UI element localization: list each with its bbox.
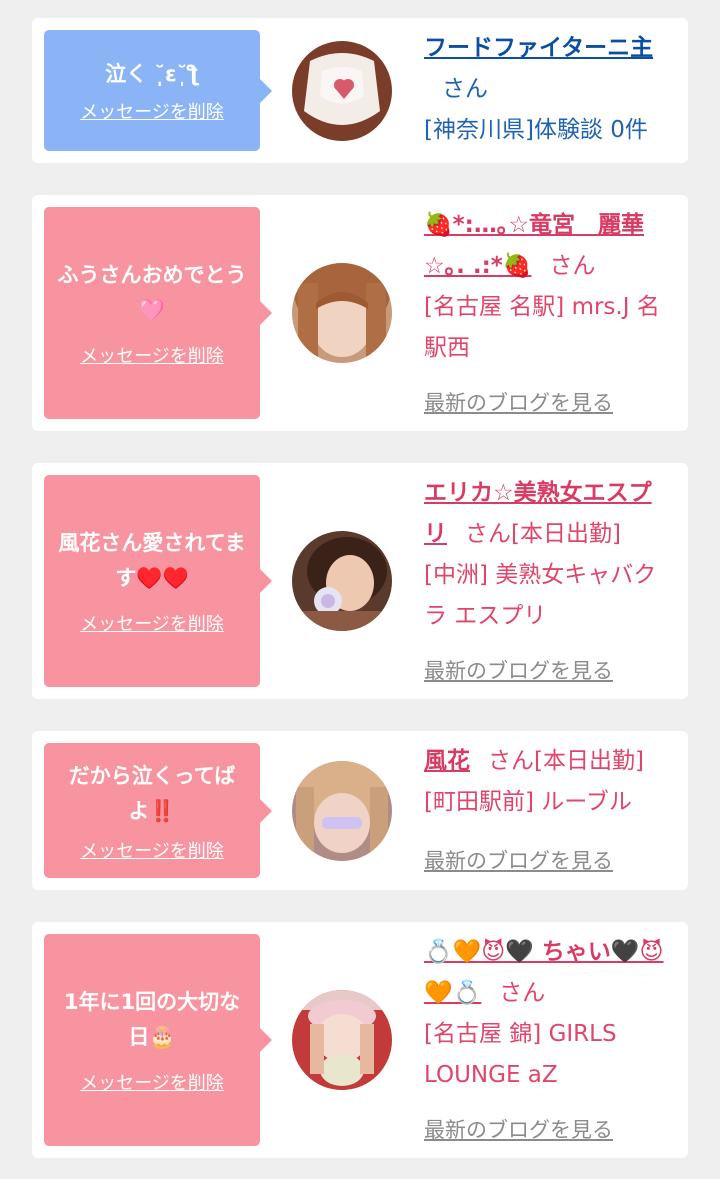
sender-name-link[interactable]: 🍓*:…｡☆竜宮 麗華☆｡. .:*🍓 bbox=[424, 212, 644, 279]
message-card: 風花さん愛されてます♥️♥️ メッセージを削除 エリカ☆美熟女エスプリ さん[本日… bbox=[32, 463, 688, 699]
latest-blog-link[interactable]: 最新のブログを見る bbox=[424, 387, 613, 417]
latest-blog-link[interactable]: 最新のブログを見る bbox=[424, 845, 613, 875]
delete-message-link[interactable]: メッセージを削除 bbox=[80, 342, 224, 368]
honorific: さん[本日出勤] bbox=[488, 748, 644, 774]
sender-info: 💍🧡😈🖤 ちゃい🖤😈🧡💍 さん [名古屋 錦] GIRLS LOUNGE aZ bbox=[424, 932, 674, 1096]
delete-message-link[interactable]: メッセージを削除 bbox=[80, 98, 224, 124]
delete-message-link[interactable]: メッセージを削除 bbox=[80, 837, 224, 863]
message-bubble: 風花さん愛されてます♥️♥️ メッセージを削除 bbox=[44, 475, 272, 687]
message-bubble: 泣く ˘̩̩̩ε˘̩ƪ メッセージを削除 bbox=[44, 30, 272, 151]
delete-message-link[interactable]: メッセージを削除 bbox=[80, 1069, 224, 1095]
latest-blog-link[interactable]: 最新のブログを見る bbox=[424, 655, 613, 685]
avatar[interactable] bbox=[292, 41, 392, 141]
avatar[interactable] bbox=[292, 263, 392, 363]
message-text: 風花さん愛されてます♥️♥️ bbox=[58, 531, 246, 590]
shop-info: [中洲] 美熟女キャバクラ エスプリ bbox=[424, 562, 657, 629]
message-bubble: ふうさんおめでとう🩷 メッセージを削除 bbox=[44, 207, 272, 419]
message-text: だから泣くってばよ‼️ bbox=[68, 763, 236, 823]
shop-info: [町田駅前] ルーブル bbox=[424, 789, 632, 815]
message-card: だから泣くってばよ‼️ メッセージを削除 風花 さん[本日出勤] [町田駅前] ル… bbox=[32, 731, 688, 890]
message-card: 1年に1回の大切な日🎂 メッセージを削除 💍🧡😈🖤 ちゃい🖤😈🧡💍 さん [名古屋… bbox=[32, 922, 688, 1158]
honorific: さん bbox=[442, 76, 488, 102]
message-text: 1年に1回の大切な日🎂 bbox=[63, 990, 241, 1049]
shop-info: [神奈川県]体験談 0件 bbox=[424, 117, 648, 143]
delete-message-link[interactable]: メッセージを削除 bbox=[80, 610, 224, 636]
avatar[interactable] bbox=[292, 990, 392, 1090]
shop-info: [名古屋 名駅] mrs.J 名駅西 bbox=[424, 294, 660, 361]
honorific: さん bbox=[549, 253, 596, 279]
message-bubble: 1年に1回の大切な日🎂 メッセージを削除 bbox=[44, 934, 272, 1146]
avatar[interactable] bbox=[292, 531, 392, 631]
message-text: 泣く ˘̩̩̩ε˘̩ƪ bbox=[105, 62, 199, 86]
honorific: さん bbox=[499, 980, 546, 1006]
message-bubble: だから泣くってばよ‼️ メッセージを削除 bbox=[44, 743, 272, 878]
shop-info: [名古屋 錦] GIRLS LOUNGE aZ bbox=[424, 1021, 617, 1088]
sender-name-link[interactable]: 風花 bbox=[424, 748, 470, 774]
sender-info: 風花 さん[本日出勤] [町田駅前] ルーブル bbox=[424, 741, 674, 823]
sender-info: フードファイターニ主さん [神奈川県]体験談 0件 bbox=[424, 28, 674, 151]
sender-info: エリカ☆美熟女エスプリ さん[本日出勤] [中洲] 美熟女キャバクラ エスプリ bbox=[424, 473, 674, 637]
message-card: 泣く ˘̩̩̩ε˘̩ƪ メッセージを削除 フードファイターニ主さん [神奈川県]… bbox=[32, 18, 688, 163]
honorific: さん[本日出勤] bbox=[465, 521, 621, 547]
sender-info: 🍓*:…｡☆竜宮 麗華☆｡. .:*🍓 さん [名古屋 名駅] mrs.J 名駅西 bbox=[424, 205, 674, 369]
latest-blog-link[interactable]: 最新のブログを見る bbox=[424, 1114, 613, 1144]
sender-name-link[interactable]: フードファイターニ主 bbox=[424, 35, 653, 61]
avatar[interactable] bbox=[292, 761, 392, 861]
message-card: ふうさんおめでとう🩷 メッセージを削除 🍓*:…｡☆竜宮 麗華☆｡. .:*🍓 さ… bbox=[32, 195, 688, 431]
message-text: ふうさんおめでとう🩷 bbox=[57, 263, 247, 322]
